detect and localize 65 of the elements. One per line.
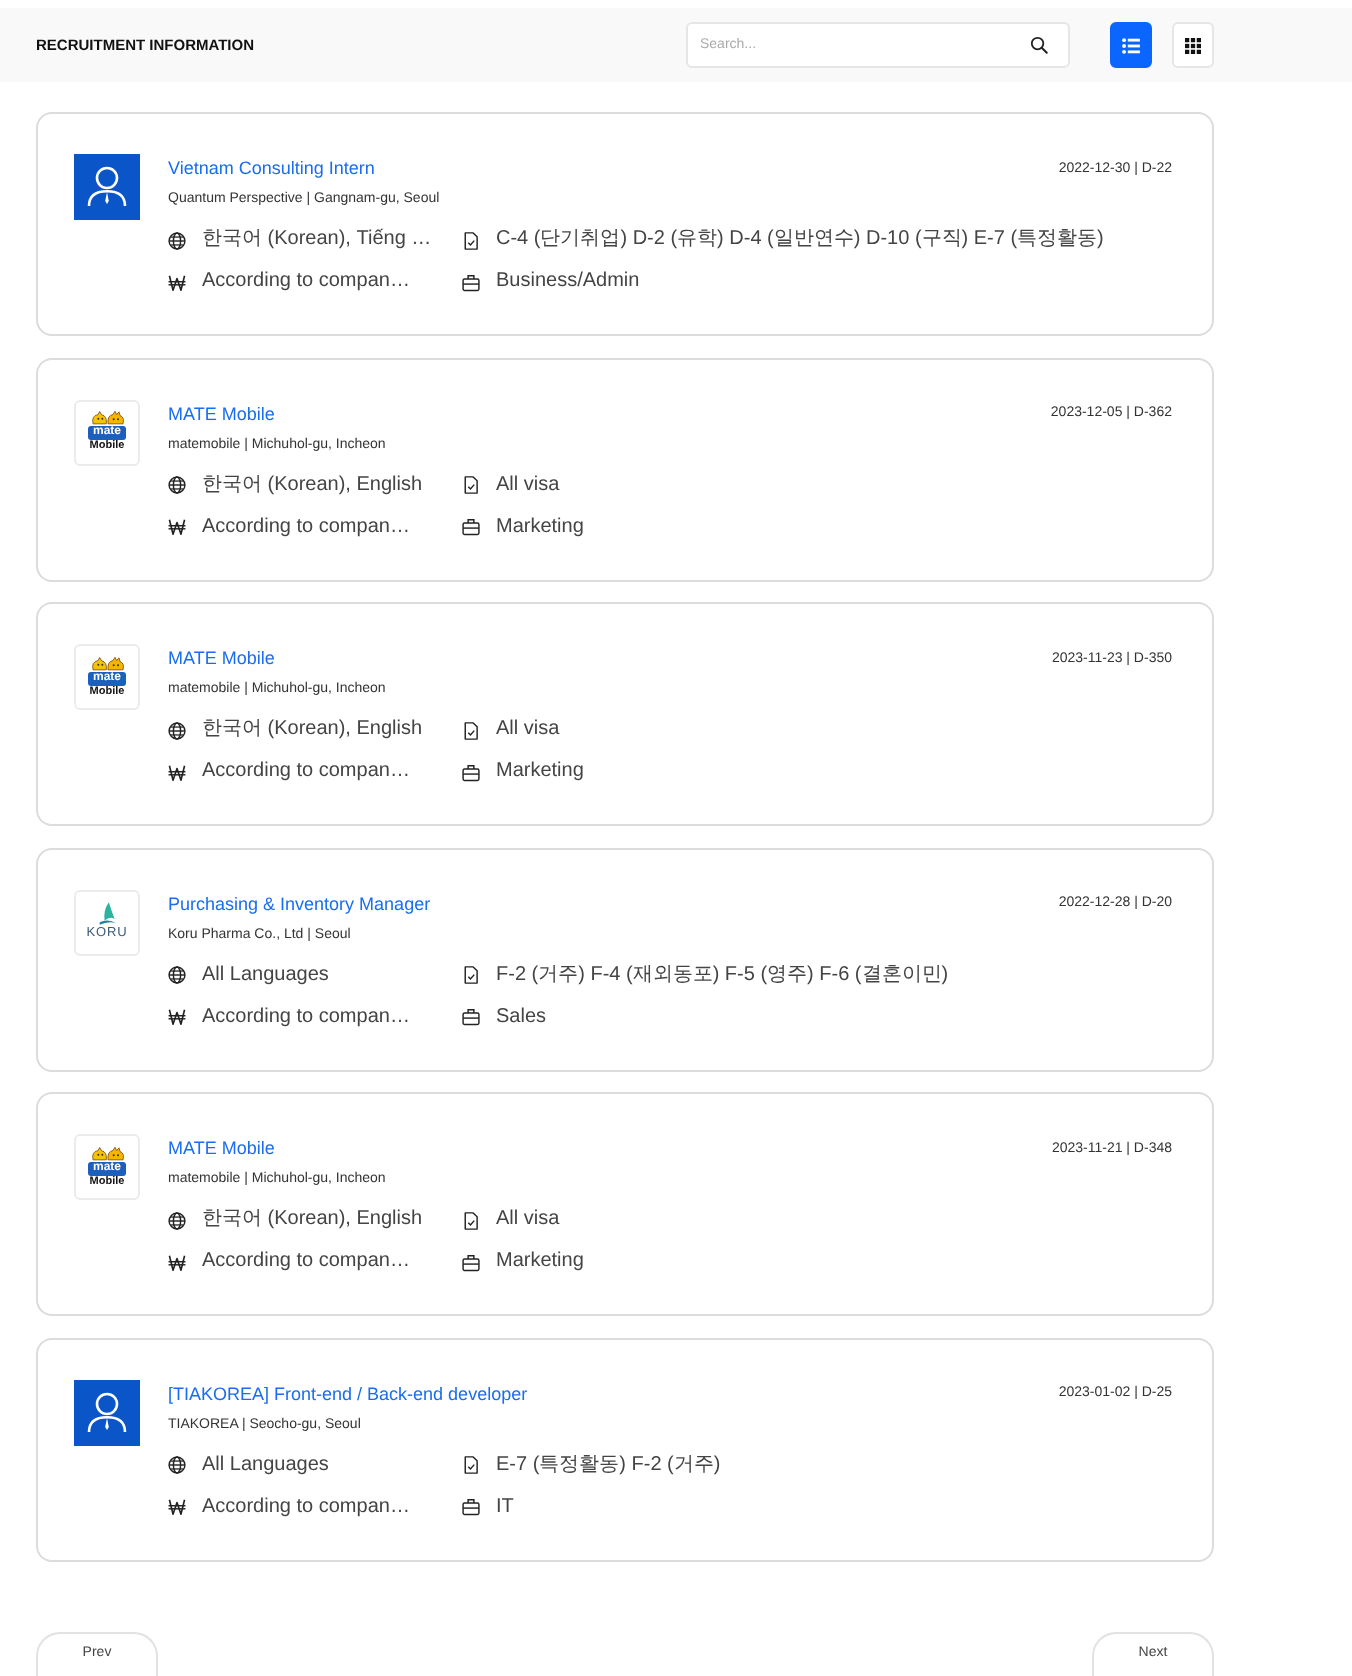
globe-icon [168,476,186,495]
grid-icon [1184,37,1202,53]
salary-text: According to compan… [202,1248,412,1277]
won-icon [168,763,186,782]
job-title-link[interactable]: MATE Mobile [168,403,275,424]
globe-icon [168,231,186,249]
list-view-button[interactable] [1110,22,1152,68]
won-icon [168,1008,186,1027]
visa-text: E-7 (특정활동) F-2 (거주) [496,1451,721,1480]
visa-text: C-4 (단기취업) D-2 (유학) D-4 (일반연수) D-10 (구직) E-7 (특정활동) [496,226,1104,254]
globe-icon [168,1456,186,1475]
globe-icon [168,1211,186,1230]
job-title-link[interactable]: Purchasing & Inventory Manager [168,893,431,914]
visa-text: All visa [496,471,562,500]
search-icon[interactable] [1030,36,1048,54]
language-text: All Languages [202,961,331,990]
salary-text: According to compan… [202,513,412,542]
language-text: 한국어 (Korean), English [202,1206,425,1235]
person-avatar-icon [74,154,140,220]
document-icon [462,721,480,740]
document-icon [462,1211,480,1230]
category-text: Marketing [496,758,584,787]
document-icon [462,231,480,249]
globe-icon [168,721,186,740]
category-text: IT [496,1493,516,1522]
won-icon [168,273,186,291]
won-icon [168,518,186,537]
sail-icon [97,902,117,927]
language-text: 한국어 (Korean), English [202,716,425,745]
document-icon [462,966,480,985]
won-icon [168,1253,186,1272]
language-text: All Languages [202,1451,331,1480]
document-icon [462,1456,480,1475]
briefcase-icon [462,763,480,782]
briefcase-icon [462,273,480,291]
job-title-link[interactable]: MATE Mobile [168,648,275,669]
person-avatar-icon [74,1379,140,1446]
job-title-link[interactable]: Vietnam Consulting Intern [168,158,375,178]
language-text: 한국어 (Korean), Tiếng … [202,226,434,254]
visa-text: F-2 (거주) F-4 (재외동포) F-5 (영주) F-6 (결혼이민) [496,961,949,990]
salary-text: According to compan… [202,1493,412,1522]
category-text: Marketing [496,513,584,542]
category-text: Business/Admin [496,268,642,296]
grid-view-button[interactable] [1172,22,1214,68]
document-icon [462,476,480,495]
cartoon-mascot-icon [87,655,127,672]
category-text: Marketing [496,1248,584,1277]
visa-text: All visa [496,1206,562,1235]
cartoon-mascot-icon [87,1145,127,1162]
globe-icon [168,966,186,985]
briefcase-icon [462,1498,480,1517]
job-title-link[interactable]: [TIAKOREA] Front-end / Back-end developer [168,1383,528,1404]
list-icon [1122,37,1140,53]
cartoon-mascot-icon [87,410,127,427]
briefcase-icon [462,1253,480,1272]
language-text: 한국어 (Korean), English [202,471,425,500]
salary-text: According to compan… [202,268,412,296]
visa-text: All visa [496,716,562,745]
briefcase-icon [462,1008,480,1027]
briefcase-icon [462,518,480,537]
salary-text: According to compan… [202,758,412,787]
salary-text: According to compan… [202,1003,412,1032]
won-icon [168,1498,186,1517]
category-text: Sales [496,1003,549,1032]
job-title-link[interactable]: MATE Mobile [168,1138,275,1159]
